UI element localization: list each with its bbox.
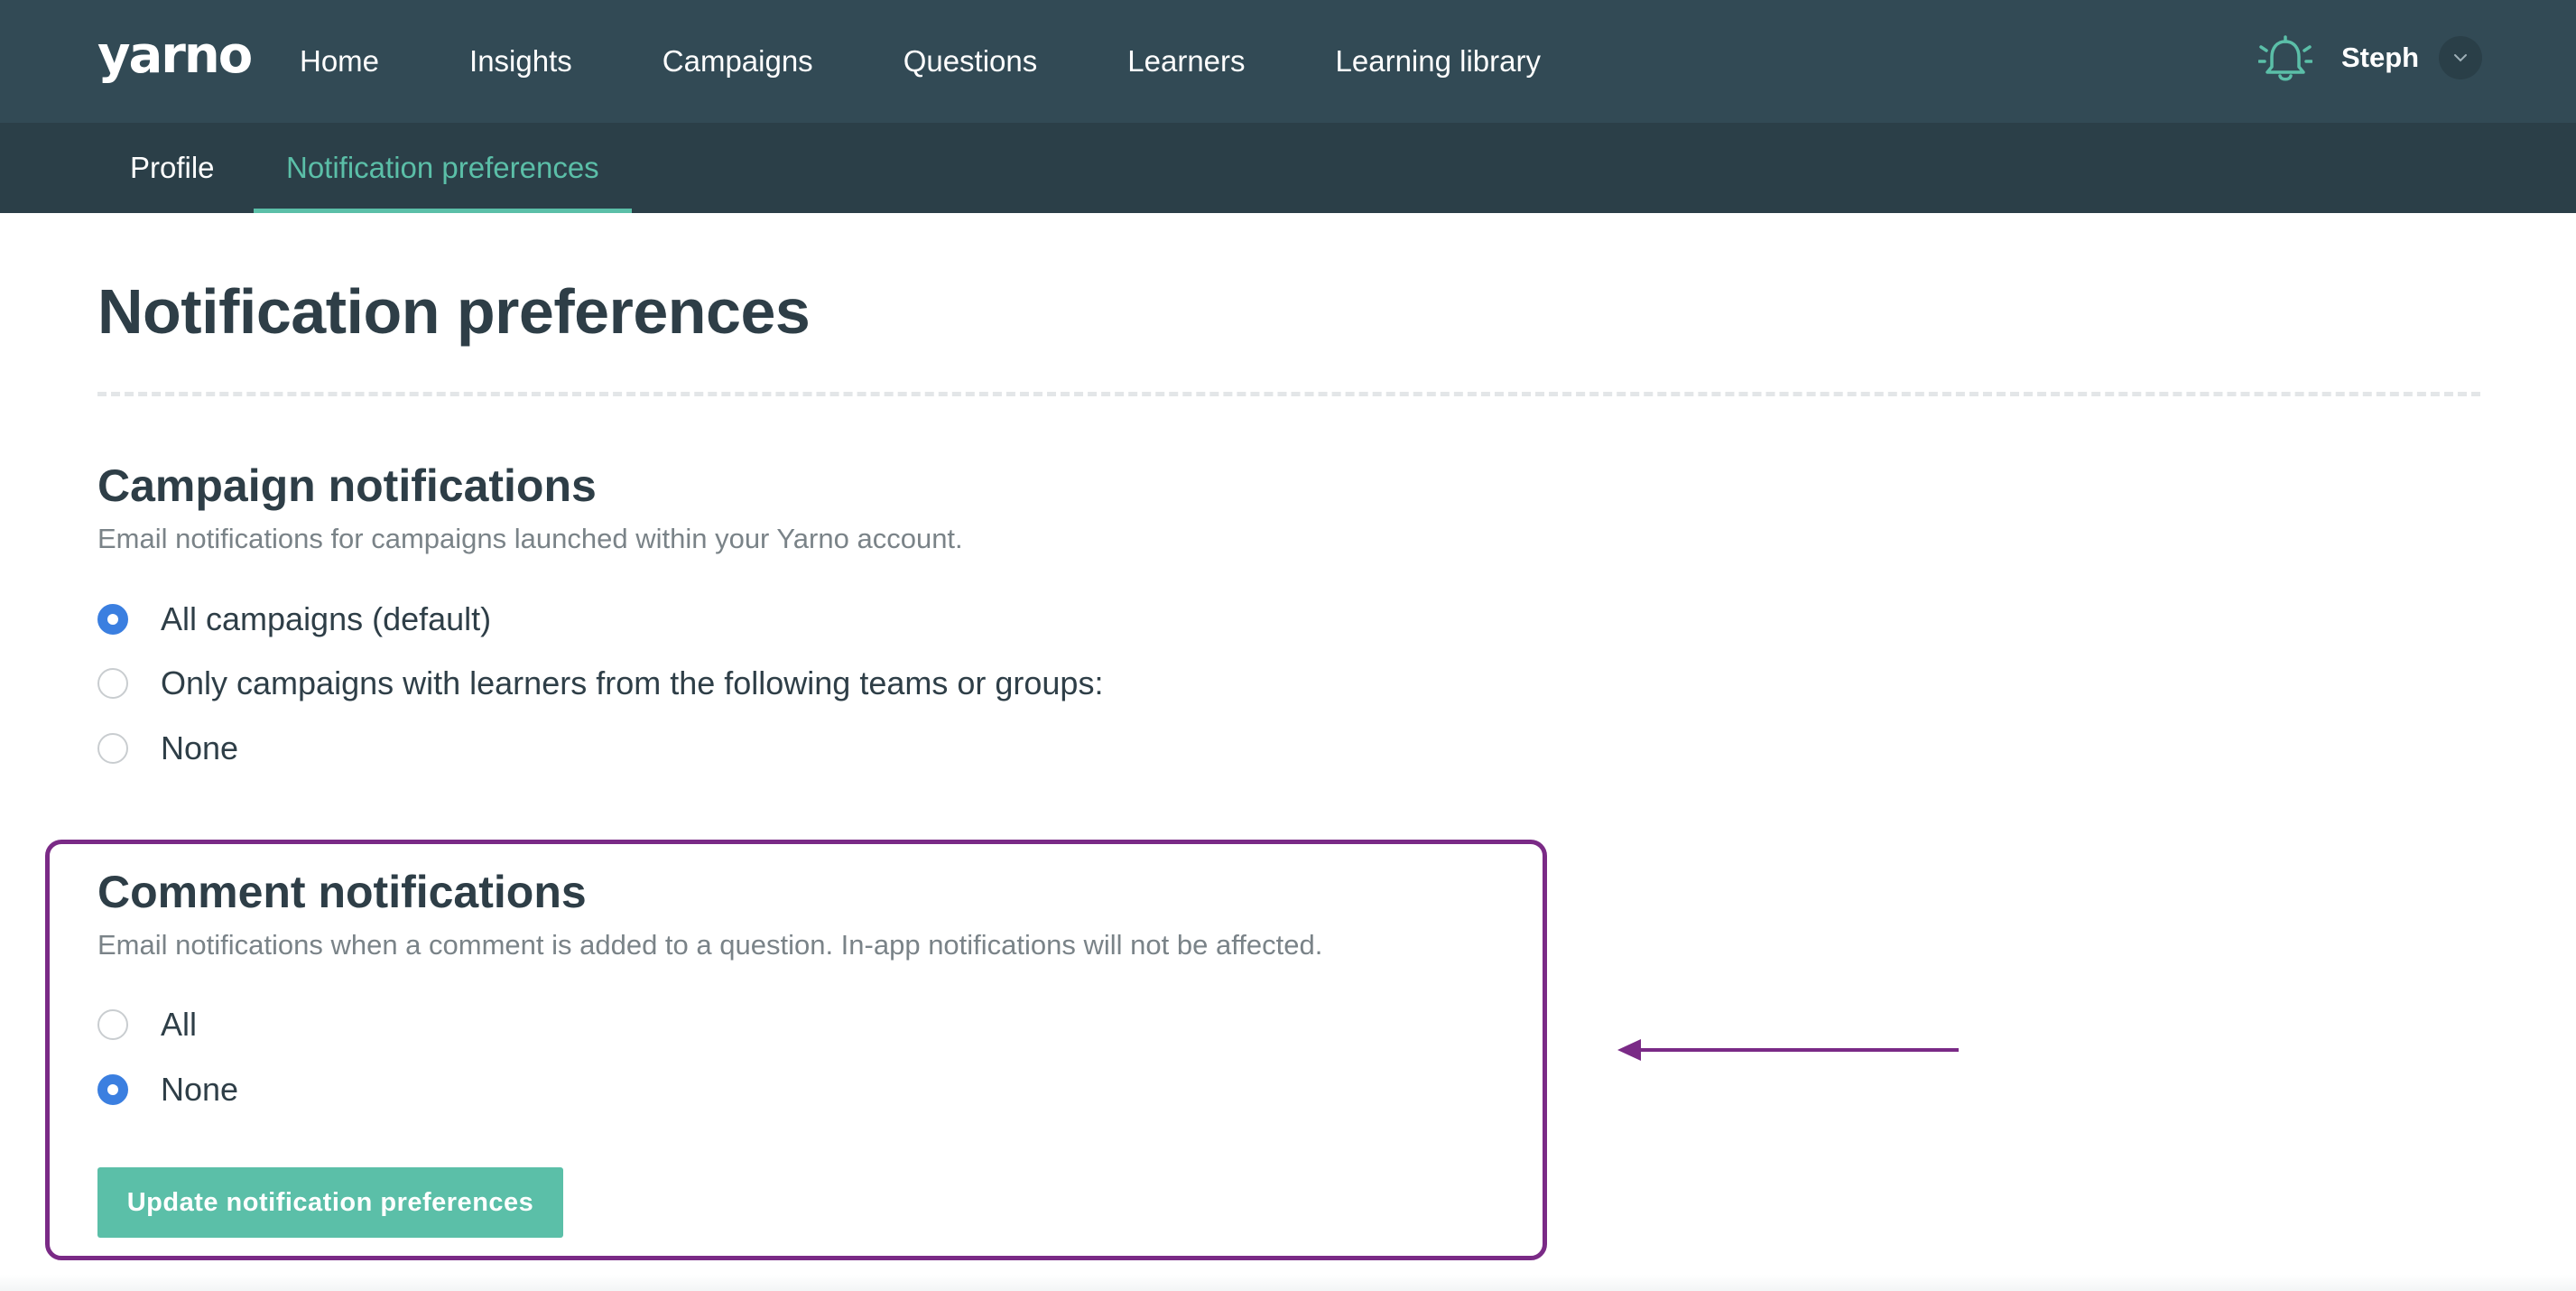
comment-option-all[interactable]: All (97, 1002, 197, 1047)
comment-notifications-description: Email notifications when a comment is ad… (97, 929, 1323, 961)
radio-button[interactable] (97, 1074, 128, 1105)
nav-item-questions[interactable]: Questions (903, 0, 1038, 123)
radio-label: None (161, 729, 239, 766)
radio-label: All (161, 1006, 198, 1043)
tab-notification-preferences[interactable]: Notification preferences (254, 123, 632, 213)
nav-item-home[interactable]: Home (300, 0, 379, 123)
sub-navigation-bar: Profile Notification preferences (0, 123, 2576, 213)
radio-label: All campaigns (default) (161, 600, 492, 637)
campaign-option-none[interactable]: None (97, 726, 238, 771)
radio-button[interactable] (97, 733, 128, 764)
radio-label: None (161, 1071, 239, 1108)
radio-button[interactable] (97, 668, 128, 699)
bell-icon[interactable] (2257, 34, 2313, 87)
page-title: Notification preferences (97, 276, 811, 347)
main-nav: Home Insights Campaigns Questions Learne… (300, 0, 1541, 123)
chevron-down-icon[interactable] (2439, 36, 2482, 79)
campaign-notifications-description: Email notifications for campaigns launch… (97, 523, 963, 554)
user-name[interactable]: Steph (2341, 40, 2419, 76)
arrow-left-icon (1616, 1035, 1964, 1065)
radio-label: Only campaigns with learners from the fo… (161, 664, 1104, 701)
nav-item-insights[interactable]: Insights (469, 0, 572, 123)
radio-button[interactable] (97, 604, 128, 635)
radio-button[interactable] (97, 1009, 128, 1040)
nav-item-campaigns[interactable]: Campaigns (663, 0, 813, 123)
section-divider (97, 392, 2480, 396)
comment-notifications-title: Comment notifications (97, 867, 587, 917)
yarno-logo[interactable]: yarno (97, 27, 253, 85)
nav-item-learning-library[interactable]: Learning library (1336, 0, 1541, 123)
campaign-option-teams-groups[interactable]: Only campaigns with learners from the fo… (97, 661, 1103, 706)
page-bottom-edge (0, 1275, 2576, 1291)
campaign-option-all[interactable]: All campaigns (default) (97, 597, 491, 642)
nav-item-learners[interactable]: Learners (1127, 0, 1245, 123)
update-notification-preferences-button[interactable]: Update notification preferences (97, 1167, 563, 1238)
top-navigation-bar: yarno Home Insights Campaigns Questions … (0, 0, 2576, 123)
comment-option-none[interactable]: None (97, 1067, 238, 1112)
tab-profile[interactable]: Profile (97, 123, 247, 213)
campaign-notifications-title: Campaign notifications (97, 460, 597, 511)
